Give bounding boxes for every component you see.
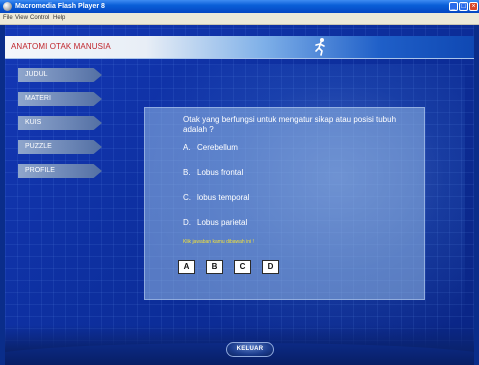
menu-file[interactable]: File — [3, 13, 13, 24]
quiz-question: Otak yang berfungsi untuk mengatur sikap… — [183, 115, 397, 134]
menu-control[interactable]: Control — [30, 13, 49, 24]
window-title: Macromedia Flash Player 8 — [15, 3, 105, 10]
option-letter: D. — [183, 218, 191, 227]
app-header: ANATOMI OTAK MANUSIA — [5, 36, 474, 59]
option-d[interactable]: D. Lobus parietal — [183, 218, 247, 228]
option-text: Lobus frontal — [197, 168, 244, 177]
option-text: lobus temporal — [197, 193, 250, 202]
option-letter: B. — [183, 168, 191, 177]
app-title: ANATOMI OTAK MANUSIA — [11, 42, 111, 51]
answer-button-a[interactable]: A — [178, 260, 195, 274]
nav-item-profile[interactable]: PROFILE — [18, 164, 102, 178]
title-bar[interactable]: Macromedia Flash Player 8 _ □ × — [0, 0, 479, 13]
maximize-button[interactable]: □ — [459, 2, 468, 11]
nav-item-puzzle[interactable]: PUZZLE — [18, 140, 102, 154]
nav-item-kuis[interactable]: KUIS — [18, 116, 102, 130]
exit-button[interactable]: KELUAR — [226, 342, 274, 357]
answer-button-c[interactable]: C — [234, 260, 251, 274]
answer-button-d[interactable]: D — [262, 260, 279, 274]
flash-player-icon — [3, 2, 12, 11]
minimize-button[interactable]: _ — [449, 2, 458, 11]
menu-bar: File View Control Help — [0, 13, 479, 25]
answer-button-b[interactable]: B — [206, 260, 223, 274]
flash-stage: ANATOMI OTAK MANUSIA JUDUL MATERI KUIS P… — [5, 25, 474, 365]
option-text: Lobus parietal — [197, 218, 248, 227]
option-letter: A. — [183, 143, 191, 152]
option-a[interactable]: A. Cerebellum — [183, 143, 238, 153]
close-button[interactable]: × — [469, 2, 478, 11]
flash-player-window: Macromedia Flash Player 8 _ □ × File Vie… — [0, 0, 479, 365]
nav-item-judul[interactable]: JUDUL — [18, 68, 102, 82]
running-figure-icon — [315, 38, 325, 56]
answer-hint: Klik jawaban kamu dibawah ini ! — [183, 239, 254, 245]
option-letter: C. — [183, 193, 191, 202]
menu-view[interactable]: View — [15, 13, 28, 24]
option-c[interactable]: C. lobus temporal — [183, 193, 249, 203]
menu-help[interactable]: Help — [53, 13, 65, 24]
nav-item-materi[interactable]: MATERI — [18, 92, 102, 106]
option-text: Cerebellum — [197, 143, 238, 152]
option-b[interactable]: B. Lobus frontal — [183, 168, 243, 178]
